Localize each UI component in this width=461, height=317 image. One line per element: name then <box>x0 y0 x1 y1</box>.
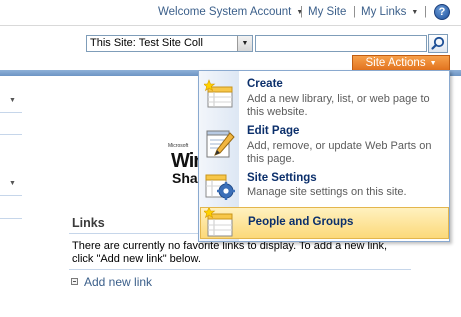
logo-microsoft-text: Microsoft <box>168 143 189 149</box>
chevron-down-icon[interactable]: ▼ <box>9 180 16 187</box>
menu-item-label: Edit Page <box>247 125 300 137</box>
menu-item-site-settings[interactable]: Site Settings Manage site settings on th… <box>200 169 449 203</box>
menu-item-create[interactable]: Create Add a new library, list, or web p… <box>200 73 449 119</box>
top-links-bar: Welcome System Account ▼ | My Site | My L… <box>0 0 461 25</box>
site-actions-menu: Create Add a new library, list, or web p… <box>198 70 450 242</box>
chevron-down-icon: ▼ <box>429 60 437 67</box>
menu-item-description: Add, remove, or update Web Parts on this… <box>247 140 447 166</box>
search-button[interactable] <box>428 34 448 53</box>
search-input[interactable] <box>255 35 427 52</box>
help-icon[interactable]: ? <box>434 4 450 20</box>
links-bottom-divider <box>69 269 411 270</box>
add-link-bullet-icon <box>71 278 78 285</box>
menu-desc-line: this page. <box>247 153 295 165</box>
people-groups-icon <box>204 208 233 237</box>
menu-item-label: Site Settings <box>247 172 317 184</box>
search-scope-dropdown[interactable]: This Site: Test Site Coll ▼ <box>86 35 253 52</box>
my-links-label: My Links <box>361 6 407 18</box>
menu-item-people-and-groups[interactable]: People and Groups <box>200 207 449 239</box>
left-nav-divider <box>0 195 22 196</box>
chevron-down-icon: ▼ <box>411 9 419 16</box>
create-icon <box>204 79 233 108</box>
welcome-label: Welcome System Account <box>158 6 292 18</box>
menu-item-edit-page[interactable]: Edit Page Add, remove, or update Web Par… <box>200 121 449 165</box>
menu-item-description: Add a new library, list, or web page to … <box>247 93 447 119</box>
links-webpart-title: Links <box>72 216 105 230</box>
edit-page-icon <box>206 130 235 158</box>
chevron-down-icon[interactable]: ▼ <box>237 36 252 51</box>
my-site-link[interactable]: My Site <box>308 6 346 18</box>
add-new-link[interactable]: Add new link <box>84 275 152 289</box>
menu-item-label: Create <box>247 78 283 90</box>
chevron-down-icon[interactable]: ▼ <box>9 97 16 104</box>
menu-desc-line: Add, remove, or update Web Parts on <box>247 140 432 152</box>
welcome-menu[interactable]: Welcome System Account ▼ <box>158 6 303 18</box>
left-nav-divider <box>0 134 22 135</box>
left-nav-divider <box>0 112 22 113</box>
links-empty-message: There are currently no favorite links to… <box>72 240 432 266</box>
my-links-menu[interactable]: My Links ▼ <box>361 6 418 18</box>
menu-item-description: Manage site settings on this site. <box>247 186 407 198</box>
site-settings-icon <box>205 174 235 200</box>
menu-desc-line: Add a new library, list, or web page to <box>247 93 430 105</box>
top-separator: | <box>353 6 356 18</box>
site-actions-label: Site Actions <box>365 57 426 69</box>
left-nav-divider <box>0 218 22 219</box>
top-separator: | <box>300 6 303 18</box>
logo-sharepoint-text: Sha <box>172 170 198 186</box>
topbar-divider <box>0 25 461 26</box>
menu-item-label: People and Groups <box>248 216 354 228</box>
sharepoint-logo: Microsoft Win Sha <box>168 143 200 188</box>
top-separator: | <box>424 6 427 18</box>
menu-desc-line: this website. <box>247 106 308 118</box>
links-empty-line: click "Add new link" below. <box>72 253 201 265</box>
search-scope-value: This Site: Test Site Coll <box>90 37 203 49</box>
search-icon <box>431 36 445 50</box>
